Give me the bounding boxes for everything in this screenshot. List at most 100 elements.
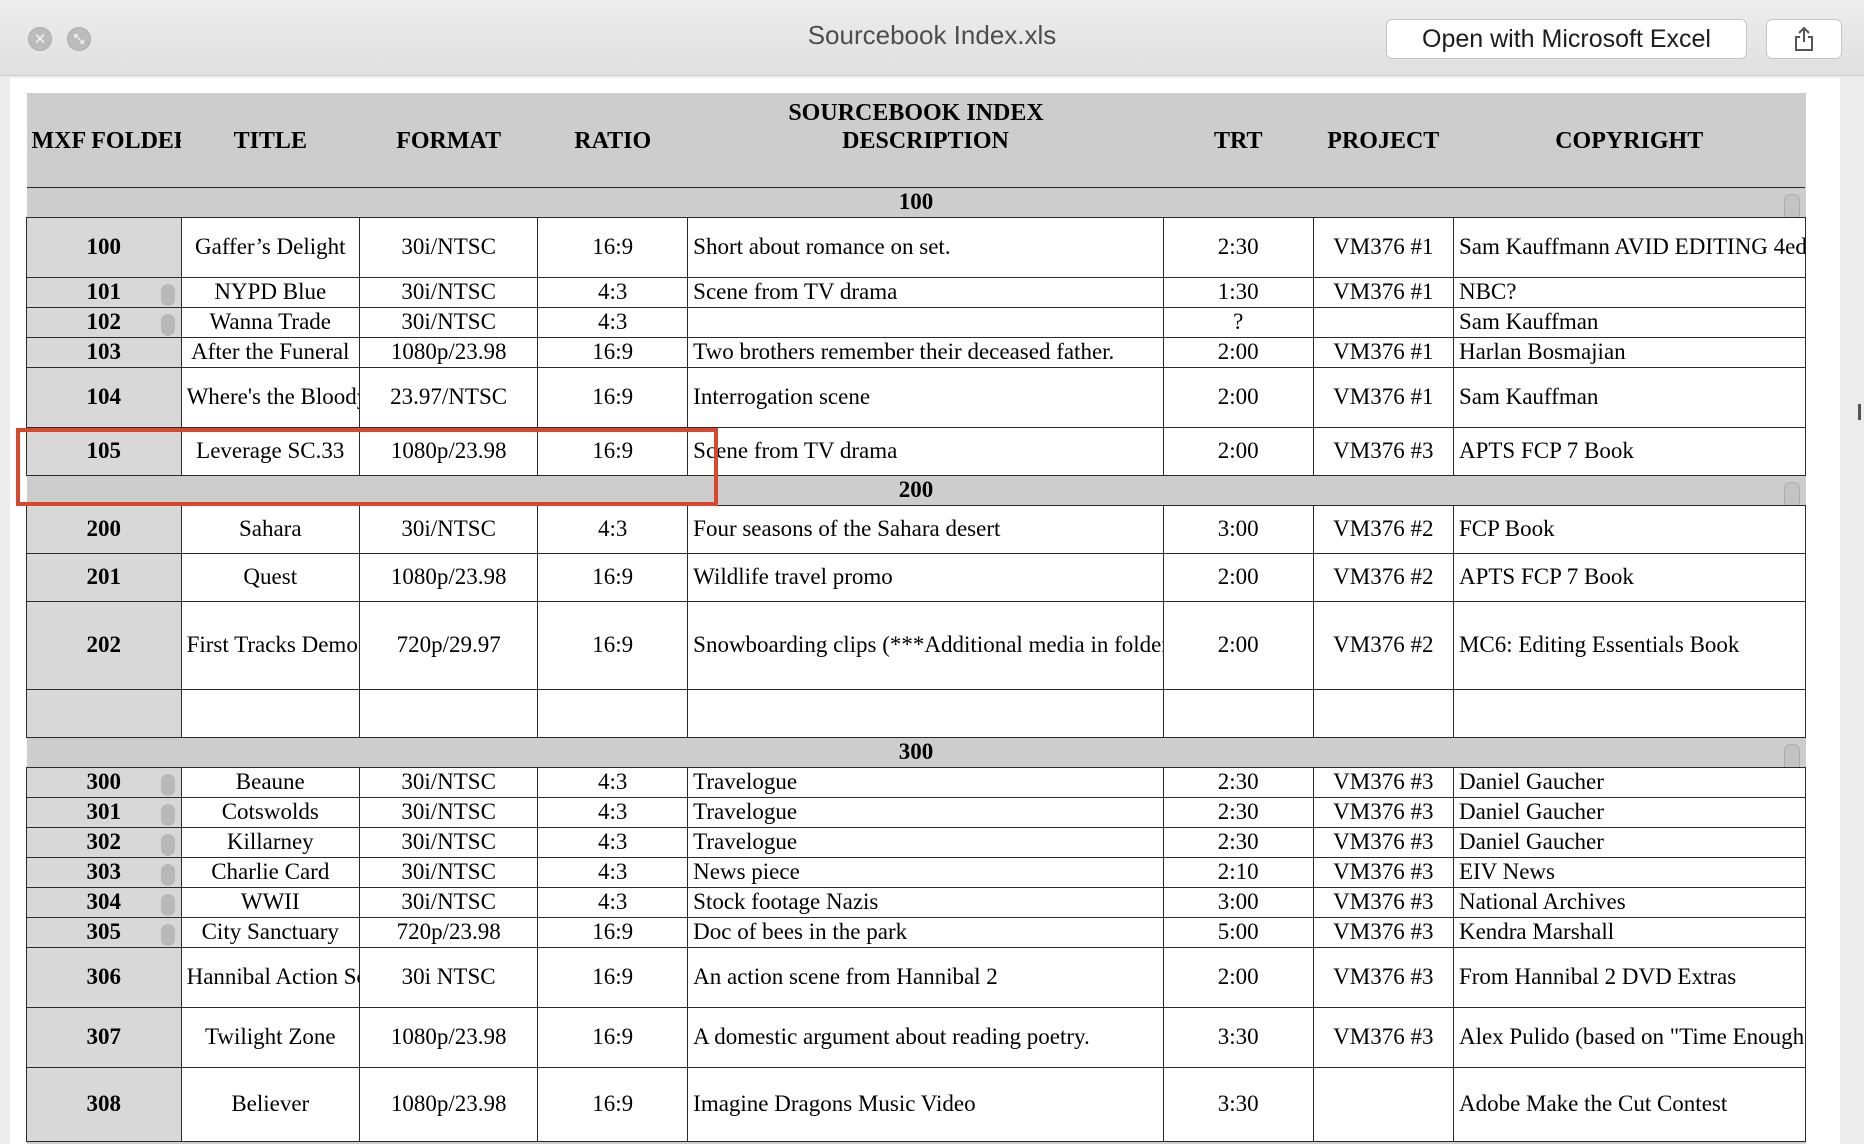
- trt-cell[interactable]: 2:00: [1162, 336, 1314, 368]
- ratio-cell[interactable]: 4:3: [537, 276, 689, 308]
- description-cell[interactable]: Doc of bees in the park: [687, 916, 1164, 948]
- copyright-cell[interactable]: Adobe Make the Cut Contest: [1452, 1066, 1807, 1142]
- title-cell[interactable]: Wanna Trade: [180, 306, 360, 338]
- table-row[interactable]: 300 Beaune 30i/NTSC 4:3 Travelogue 2:30 …: [26, 766, 1807, 798]
- title-cell[interactable]: Where's the Bloody Money: [180, 366, 360, 428]
- scroll-handle-icon[interactable]: [1783, 743, 1800, 766]
- ratio-cell[interactable]: 4:3: [537, 504, 689, 554]
- project-cell[interactable]: VM376 #3: [1312, 916, 1454, 948]
- folder-cell[interactable]: 104: [26, 366, 182, 428]
- title-cell[interactable]: Leverage SC.33: [180, 426, 360, 476]
- description-cell[interactable]: Two brothers remember their deceased fat…: [687, 336, 1164, 368]
- project-cell[interactable]: [1312, 306, 1454, 338]
- table-row[interactable]: 105 Leverage SC.33 1080p/23.98 16:9 Scen…: [26, 426, 1807, 476]
- folder-cell[interactable]: 307: [26, 1006, 182, 1068]
- trt-cell[interactable]: 3:30: [1162, 1006, 1314, 1068]
- project-cell[interactable]: VM376 #1: [1312, 216, 1454, 278]
- table-row[interactable]: 305 City Sanctuary 720p/23.98 16:9 Doc o…: [26, 916, 1807, 948]
- ratio-cell[interactable]: 16:9: [537, 946, 689, 1008]
- project-cell[interactable]: VM376 #3: [1312, 946, 1454, 1008]
- ratio-cell[interactable]: 16:9: [537, 1006, 689, 1068]
- folder-cell[interactable]: 103: [26, 336, 182, 368]
- title-cell[interactable]: Cotswolds: [180, 796, 360, 828]
- table-row[interactable]: 306 Hannibal Action Scene 30i NTSC 16:9 …: [26, 946, 1807, 1008]
- trt-cell[interactable]: 2:00: [1162, 946, 1314, 1008]
- folder-cell[interactable]: 301: [26, 796, 182, 828]
- ratio-cell[interactable]: 16:9: [537, 1066, 689, 1142]
- folder-cell[interactable]: 306: [26, 946, 182, 1008]
- folder-cell[interactable]: 102: [26, 306, 182, 338]
- folder-cell[interactable]: 100: [26, 216, 182, 278]
- copyright-cell[interactable]: Kendra Marshall: [1452, 916, 1807, 948]
- ratio-cell[interactable]: 16:9: [537, 336, 689, 368]
- ratio-cell[interactable]: 4:3: [537, 796, 689, 828]
- description-cell[interactable]: Snowboarding clips (***Additional media …: [687, 600, 1164, 690]
- format-cell[interactable]: [358, 688, 539, 738]
- copyright-cell[interactable]: From Hannibal 2 DVD Extras: [1452, 946, 1807, 1008]
- description-cell[interactable]: Travelogue: [687, 766, 1164, 798]
- project-cell[interactable]: VM376 #3: [1312, 886, 1454, 918]
- title-cell[interactable]: City Sanctuary: [180, 916, 360, 948]
- folder-cell[interactable]: 201: [26, 552, 182, 602]
- project-cell[interactable]: VM376 #3: [1312, 796, 1454, 828]
- format-cell[interactable]: 30i/NTSC: [358, 886, 539, 918]
- format-cell[interactable]: 1080p/23.98: [358, 1066, 539, 1142]
- ratio-cell[interactable]: 4:3: [537, 856, 689, 888]
- ratio-cell[interactable]: 16:9: [537, 552, 689, 602]
- folder-cell[interactable]: [26, 688, 182, 738]
- empty-row[interactable]: [26, 688, 1807, 738]
- description-cell[interactable]: News piece: [687, 856, 1164, 888]
- table-row[interactable]: 308 Believer 1080p/23.98 16:9 Imagine Dr…: [26, 1066, 1807, 1142]
- folder-cell[interactable]: 200: [26, 504, 182, 554]
- table-row[interactable]: 200 Sahara 30i/NTSC 4:3 Four seasons of …: [26, 504, 1807, 554]
- scroll-handle-icon[interactable]: [1783, 193, 1800, 216]
- trt-cell[interactable]: 3:30: [1162, 1066, 1314, 1142]
- folder-cell[interactable]: 302: [26, 826, 182, 858]
- trt-cell[interactable]: 2:30: [1162, 216, 1314, 278]
- table-row[interactable]: 100 Gaffer’s Delight 30i/NTSC 16:9 Short…: [26, 216, 1807, 278]
- ratio-cell[interactable]: 4:3: [537, 766, 689, 798]
- project-cell[interactable]: VM376 #1: [1312, 276, 1454, 308]
- description-cell[interactable]: Short about romance on set.: [687, 216, 1164, 278]
- table-row[interactable]: 304 WWII 30i/NTSC 4:3 Stock footage Nazi…: [26, 886, 1807, 918]
- spreadsheet-preview[interactable]: SOURCEBOOK INDEX MXF FOLDER TITLE FORMAT…: [10, 78, 1840, 1144]
- ratio-cell[interactable]: 16:9: [537, 600, 689, 690]
- copyright-cell[interactable]: EIV News: [1452, 856, 1807, 888]
- title-cell[interactable]: NYPD Blue: [180, 276, 360, 308]
- folder-cell[interactable]: 304: [26, 886, 182, 918]
- table-row[interactable]: 301 Cotswolds 30i/NTSC 4:3 Travelogue 2:…: [26, 796, 1807, 828]
- copyright-cell[interactable]: MC6: Editing Essentials Book: [1452, 600, 1807, 690]
- description-cell[interactable]: An action scene from Hannibal 2: [687, 946, 1164, 1008]
- title-cell[interactable]: Hannibal Action Scene: [180, 946, 360, 1008]
- trt-cell[interactable]: 2:00: [1162, 426, 1314, 476]
- copyright-cell[interactable]: National Archives: [1452, 886, 1807, 918]
- description-cell[interactable]: Travelogue: [687, 796, 1164, 828]
- table-row[interactable]: 302 Killarney 30i/NTSC 4:3 Travelogue 2:…: [26, 826, 1807, 858]
- format-cell[interactable]: 1080p/23.98: [358, 1006, 539, 1068]
- description-cell[interactable]: Travelogue: [687, 826, 1164, 858]
- title-cell[interactable]: Charlie Card: [180, 856, 360, 888]
- table-row[interactable]: 201 Quest 1080p/23.98 16:9 Wildlife trav…: [26, 552, 1807, 602]
- description-cell[interactable]: [687, 306, 1164, 338]
- format-cell[interactable]: 30i/NTSC: [358, 504, 539, 554]
- trt-cell[interactable]: [1162, 688, 1314, 738]
- format-cell[interactable]: 720p/23.98: [358, 916, 539, 948]
- title-cell[interactable]: Believer: [180, 1066, 360, 1142]
- ratio-cell[interactable]: 16:9: [537, 426, 689, 476]
- trt-cell[interactable]: 2:30: [1162, 766, 1314, 798]
- format-cell[interactable]: 1080p/23.98: [358, 336, 539, 368]
- copyright-cell[interactable]: [1452, 688, 1807, 738]
- trt-cell[interactable]: 3:00: [1162, 886, 1314, 918]
- project-cell[interactable]: VM376 #1: [1312, 336, 1454, 368]
- format-cell[interactable]: 30i/NTSC: [358, 276, 539, 308]
- trt-cell[interactable]: 2:30: [1162, 796, 1314, 828]
- trt-cell[interactable]: 3:00: [1162, 504, 1314, 554]
- ratio-cell[interactable]: 4:3: [537, 826, 689, 858]
- format-cell[interactable]: 23.97/NTSC: [358, 366, 539, 428]
- table-row[interactable]: 202 First Tracks Demo 720p/29.97 16:9 Sn…: [26, 600, 1807, 690]
- format-cell[interactable]: 1080p/23.98: [358, 552, 539, 602]
- copyright-cell[interactable]: Harlan Bosmajian: [1452, 336, 1807, 368]
- table-row[interactable]: 303 Charlie Card 30i/NTSC 4:3 News piece…: [26, 856, 1807, 888]
- folder-cell[interactable]: 303: [26, 856, 182, 888]
- title-cell[interactable]: Gaffer’s Delight: [180, 216, 360, 278]
